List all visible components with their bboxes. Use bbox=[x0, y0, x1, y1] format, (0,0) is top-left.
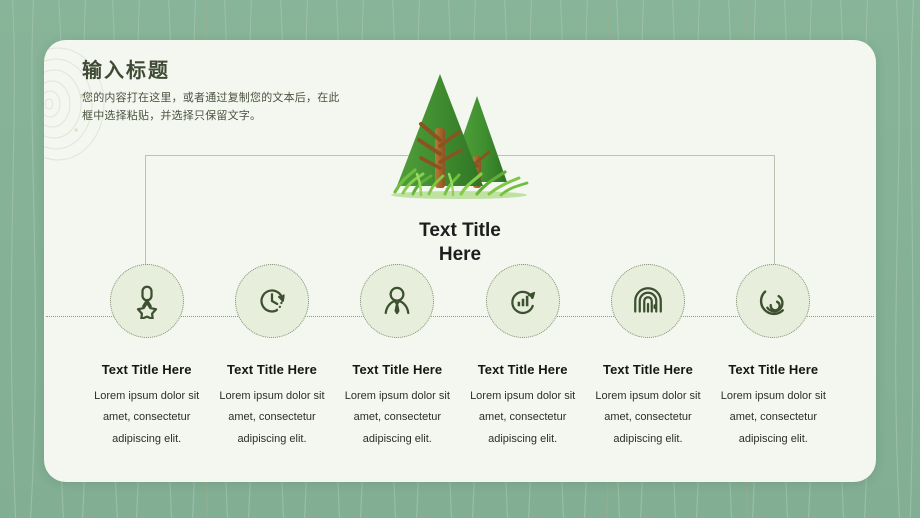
content-card: 输入标题 您的内容打在这里，或者通过复制您的文本后，在此框中选择粘贴，并选择只保… bbox=[44, 40, 876, 482]
radar-signal-icon bbox=[760, 290, 785, 316]
item-title: Text Title Here bbox=[477, 362, 568, 377]
item-description: Lorem ipsum dolor sit amet, consectetur … bbox=[595, 390, 701, 445]
clock-history-icon bbox=[260, 289, 285, 313]
item-description: Lorem ipsum dolor sit amet, consectetur … bbox=[94, 390, 200, 445]
medal-star-icon bbox=[136, 285, 157, 319]
bar-chart-refresh-icon bbox=[510, 290, 535, 315]
list-item[interactable]: Text Title Here Lorem ipsum dolor sit am… bbox=[711, 264, 836, 450]
item-description: Lorem ipsum dolor sit amet, consectetur … bbox=[720, 390, 826, 445]
list-item[interactable]: Text Title Here Lorem ipsum dolor sit am… bbox=[84, 264, 209, 450]
icon-circle[interactable] bbox=[736, 264, 811, 338]
icon-circle[interactable] bbox=[234, 264, 309, 338]
slide-canvas: 输入标题 您的内容打在这里，或者通过复制您的文本后，在此框中选择粘贴，并选择只保… bbox=[0, 0, 920, 518]
list-item[interactable]: Text Title Here Lorem ipsum dolor sit am… bbox=[209, 264, 334, 450]
hero-block: Text Title Here bbox=[345, 62, 575, 267]
item-title: Text Title Here bbox=[728, 362, 819, 377]
pine-trees-illustration-icon bbox=[391, 74, 529, 199]
icon-circle[interactable] bbox=[109, 264, 184, 338]
hero-title: Text Title Here bbox=[419, 220, 501, 265]
item-description: Lorem ipsum dolor sit amet, consectetur … bbox=[219, 390, 325, 445]
list-item[interactable]: Text Title Here Lorem ipsum dolor sit am… bbox=[585, 264, 710, 450]
fingerprint-icon bbox=[634, 287, 662, 313]
icon-circle[interactable] bbox=[485, 264, 560, 338]
items-row: Text Title Here Lorem ipsum dolor sit am… bbox=[84, 264, 836, 450]
page-subtitle: 您的内容打在这里，或者通过复制您的文本后，在此框中选择粘贴，并选择只保留文字。 bbox=[82, 92, 340, 123]
item-title: Text Title Here bbox=[603, 362, 693, 377]
list-item[interactable]: Text Title Here Lorem ipsum dolor sit am… bbox=[335, 264, 460, 450]
icon-circle[interactable] bbox=[610, 264, 685, 338]
item-title: Text Title Here bbox=[101, 362, 192, 377]
item-description: Lorem ipsum dolor sit amet, consectetur … bbox=[470, 390, 576, 445]
item-description: Lorem ipsum dolor sit amet, consectetur … bbox=[344, 390, 450, 445]
icon-circle[interactable] bbox=[360, 264, 435, 338]
item-title: Text Title Here bbox=[227, 362, 317, 377]
item-title: Text Title Here bbox=[352, 362, 443, 377]
businessperson-icon bbox=[384, 286, 410, 315]
list-item[interactable]: Text Title Here Lorem ipsum dolor sit am… bbox=[460, 264, 585, 450]
